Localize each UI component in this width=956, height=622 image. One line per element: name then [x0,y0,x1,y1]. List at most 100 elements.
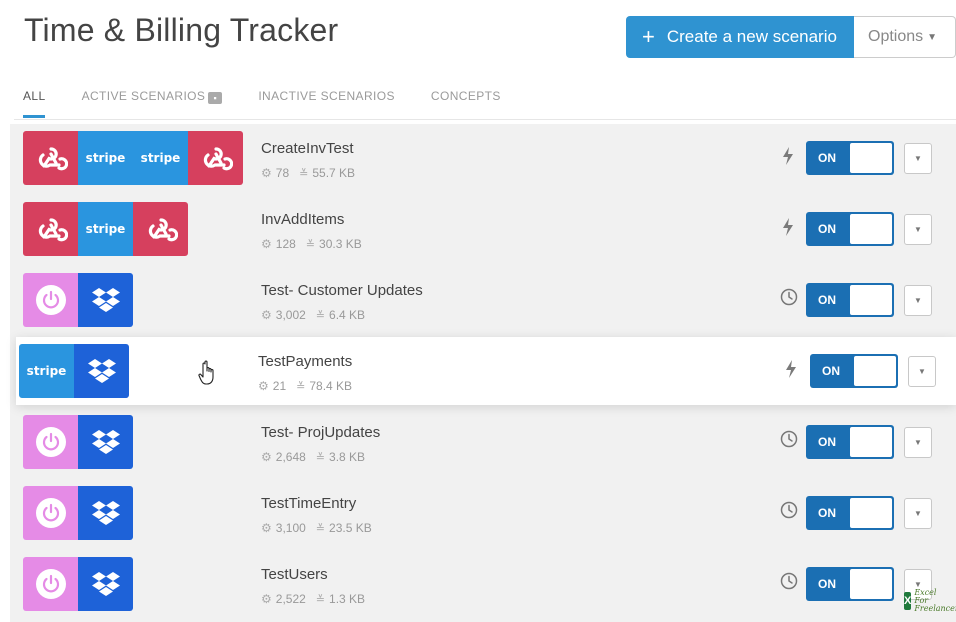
clock-icon [780,501,798,521]
badge-icon: ▪ [208,92,223,104]
chevron-down-icon[interactable]: ▼ [904,214,932,245]
operations-count: 3,002 [275,308,306,322]
tab-label: ACTIVE SCENARIOS [81,89,206,103]
power-icon [23,273,78,327]
scenario-name[interactable]: TestUsers [261,566,328,583]
operations-count: 2,522 [275,592,306,606]
options-dropdown[interactable]: Options ▼ [854,16,956,58]
tab-inactive-scenarios[interactable]: INACTIVE SCENARIOS [258,88,395,118]
scenario-toggle[interactable]: ON [806,212,894,246]
scenario-name[interactable]: Test- Customer Updates [261,282,423,299]
scenario-list: stripe stripe CreateInvTest ⚙ 78 ≚ 55.7 KB ON ▼ s… [10,124,956,622]
instant-icon [780,146,796,166]
scenario-name[interactable]: TestTimeEntry [261,495,356,512]
scenario-name[interactable]: InvAddItems [261,211,344,228]
operations-count: 3,100 [275,521,306,535]
clock-icon [780,572,798,592]
watermark-logo: X Excel For Freelancers [904,580,956,622]
scenario-row[interactable]: TestUsers ⚙ 2,522 ≚ 1.3 KB ON ▼ [10,550,956,618]
scenario-modules [23,415,133,469]
operations-count: 2,648 [275,450,306,464]
toggle-label: ON [822,364,840,378]
hand-cursor-icon [198,360,214,385]
stripe-text: stripe [85,222,126,236]
operations-icon: ⚙ [261,166,272,180]
toggle-label: ON [818,293,836,307]
stripe-icon: stripe [133,131,188,185]
scenario-row[interactable]: Test- ProjUpdates ⚙ 2,648 ≚ 3.8 KB ON ▼ [10,408,956,476]
chevron-down-icon[interactable]: ▼ [904,427,932,458]
chevron-down-icon[interactable]: ▼ [904,143,932,174]
toggle-knob [854,356,896,386]
scenario-name[interactable]: TestPayments [258,353,352,370]
toggle-knob [850,569,892,599]
data-transfer-icon: ≚ [315,309,326,322]
toggle-knob [850,214,892,244]
dropbox-icon [78,415,133,469]
tabs-divider [14,119,956,120]
scenario-toggle[interactable]: ON [810,354,898,388]
instant-icon [783,359,799,379]
tab-label: ALL [23,89,46,103]
scenario-stats: ⚙ 2,522 ≚ 1.3 KB [261,592,365,606]
toggle-label: ON [818,506,836,520]
scenario-row[interactable]: stripe InvAddItems ⚙ 128 ≚ 30.3 KB ON ▼ [10,195,956,263]
data-transfer-icon: ≚ [315,522,326,535]
clock-icon [780,288,798,308]
scenario-stats: ⚙ 3,002 ≚ 6.4 KB [261,308,365,322]
webhook-icon [188,131,243,185]
toggle-knob [850,285,892,315]
scenario-row[interactable]: stripe TestPayments ⚙ 21 ≚ 78.4 KB ON ▼ [16,337,956,405]
operations-icon: ⚙ [261,450,272,464]
scenario-modules: stripe stripe [23,131,243,185]
scenario-toggle[interactable]: ON [806,141,894,175]
dropbox-icon [78,486,133,540]
scenario-stats: ⚙ 2,648 ≚ 3.8 KB [261,450,365,464]
tab-all[interactable]: ALL [23,88,46,118]
webhook-icon [23,131,78,185]
toggle-knob [850,143,892,173]
watermark-line: Freelancers [914,604,956,613]
operations-count: 21 [272,379,287,393]
scenario-toggle[interactable]: ON [806,567,894,601]
operations-icon: ⚙ [261,308,272,322]
operations-icon: ⚙ [261,521,272,535]
tab-concepts[interactable]: CONCEPTS [431,88,501,118]
toggle-label: ON [818,435,836,449]
scenario-toggle[interactable]: ON [806,496,894,530]
scenario-row[interactable]: stripe stripe CreateInvTest ⚙ 78 ≚ 55.7 KB ON ▼ [10,124,956,192]
tab-label: INACTIVE SCENARIOS [258,89,395,103]
data-size: 3.8 KB [329,450,366,464]
chevron-down-icon[interactable]: ▼ [904,498,932,529]
power-icon [23,486,78,540]
operations-count: 78 [275,166,290,180]
scenario-row[interactable]: Test- Customer Updates ⚙ 3,002 ≚ 6.4 KB ON ▼ [10,266,956,334]
scenario-toggle[interactable]: ON [806,283,894,317]
toggle-knob [850,427,892,457]
operations-icon: ⚙ [261,237,272,251]
scenario-modules [23,273,133,327]
data-transfer-icon: ≚ [299,167,309,180]
scenario-stats: ⚙ 128 ≚ 30.3 KB [261,237,362,251]
options-label: Options [868,28,924,45]
data-size: 23.5 KB [329,521,372,535]
scenario-name[interactable]: CreateInvTest [261,140,354,157]
scenario-modules: stripe [23,202,188,256]
stripe-text: stripe [140,151,181,165]
data-size: 1.3 KB [329,592,366,606]
scenario-row[interactable]: TestTimeEntry ⚙ 3,100 ≚ 23.5 KB ON ▼ [10,479,956,547]
excel-badge-icon: X [904,592,912,610]
chevron-down-icon[interactable]: ▼ [904,285,932,316]
scenario-name[interactable]: Test- ProjUpdates [261,424,380,441]
dropbox-icon [74,344,129,398]
scenario-stats: ⚙ 78 ≚ 55.7 KB [261,166,355,180]
operations-count: 128 [275,237,296,251]
stripe-icon: stripe [78,131,133,185]
chevron-down-icon[interactable]: ▼ [908,356,936,387]
create-scenario-button[interactable]: + Create a new scenario [626,16,854,58]
scenario-modules [23,486,133,540]
scenario-toggle[interactable]: ON [806,425,894,459]
tab-active-scenarios[interactable]: ACTIVE SCENARIOS ▪ [82,88,223,118]
operations-icon: ⚙ [261,592,272,606]
data-size: 78.4 KB [309,379,353,393]
